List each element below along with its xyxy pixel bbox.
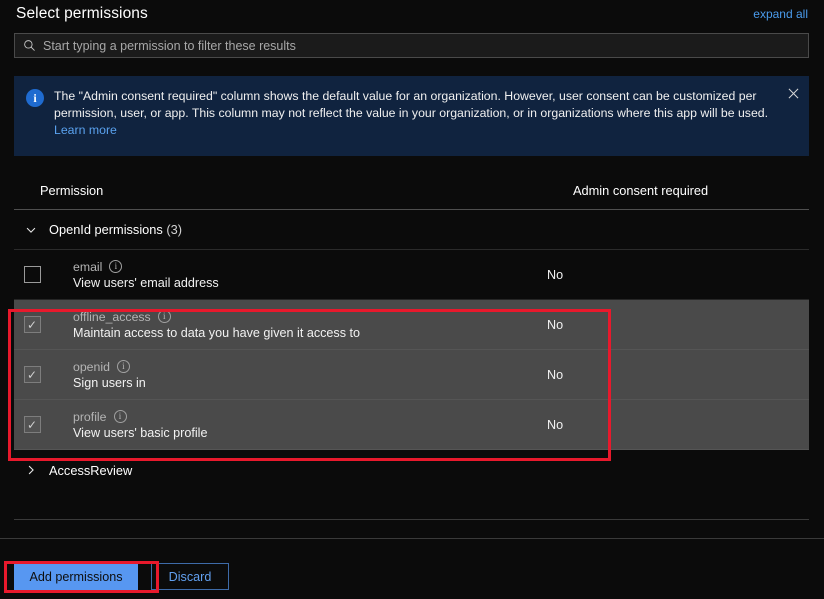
select-permissions-panel: Select permissions expand all i The "Adm… <box>0 0 824 599</box>
search-input[interactable] <box>43 39 800 53</box>
permission-checkbox[interactable]: ✓ <box>24 316 41 333</box>
permission-checkbox[interactable]: ✓ <box>24 366 41 383</box>
permission-description: Maintain access to data you have given i… <box>73 326 547 340</box>
permission-cell: offline_access i Maintain access to data… <box>50 310 547 340</box>
panel-header: Select permissions expand all <box>0 0 824 28</box>
learn-more-link[interactable]: Learn more <box>54 123 117 137</box>
table-row[interactable]: email i View users' email address No <box>14 250 809 300</box>
group-label: OpenId permissions (3) <box>49 222 182 237</box>
search-icon <box>23 39 36 52</box>
column-header-permission: Permission <box>40 183 573 198</box>
permission-cell: profile i View users' basic profile <box>50 410 547 440</box>
table-header-row: Permission Admin consent required <box>14 172 809 210</box>
admin-consent-info-banner: i The "Admin consent required" column sh… <box>14 76 809 156</box>
check-icon: ✓ <box>27 319 37 331</box>
expand-all-link[interactable]: expand all <box>753 7 808 21</box>
admin-consent-value: No <box>547 368 809 382</box>
checkbox-cell[interactable]: ✓ <box>14 366 50 383</box>
discard-button[interactable]: Discard <box>151 563 229 590</box>
checkbox-cell[interactable] <box>14 266 50 283</box>
chevron-right-icon <box>22 461 40 479</box>
permission-name: profile <box>73 410 107 424</box>
info-circle-icon[interactable]: i <box>114 410 127 423</box>
table-row[interactable]: ✓ profile i View users' basic profile No <box>14 400 809 450</box>
permission-name: email <box>73 260 102 274</box>
permission-name-line: email i <box>73 260 547 274</box>
permission-filter-box[interactable] <box>14 33 809 58</box>
table-row[interactable]: ✓ offline_access i Maintain access to da… <box>14 300 809 350</box>
admin-consent-value: No <box>547 418 809 432</box>
group-name: AccessReview <box>49 463 132 478</box>
info-circle-icon[interactable]: i <box>158 310 171 323</box>
info-circle-icon[interactable]: i <box>109 260 122 273</box>
permission-name-line: profile i <box>73 410 547 424</box>
table-bottom-divider <box>14 519 809 520</box>
check-icon: ✓ <box>27 419 37 431</box>
table-row[interactable]: ✓ openid i Sign users in No <box>14 350 809 400</box>
check-icon: ✓ <box>27 369 37 381</box>
group-header-accessreview[interactable]: AccessReview <box>14 450 809 490</box>
info-circle-icon[interactable]: i <box>117 360 130 373</box>
permissions-table: Permission Admin consent required OpenId… <box>14 172 809 490</box>
group-count: (3) <box>166 222 182 237</box>
info-icon: i <box>26 89 44 107</box>
banner-body: The "Admin consent required" column show… <box>54 89 768 120</box>
permission-checkbox[interactable] <box>24 266 41 283</box>
close-icon[interactable] <box>785 85 801 101</box>
checkbox-cell[interactable]: ✓ <box>14 416 50 433</box>
group-label: AccessReview <box>49 463 132 478</box>
permission-name: offline_access <box>73 310 151 324</box>
permission-cell: openid i Sign users in <box>50 360 547 390</box>
permission-checkbox[interactable]: ✓ <box>24 416 41 433</box>
page-title: Select permissions <box>16 5 148 23</box>
permission-name-line: offline_access i <box>73 310 547 324</box>
column-header-admin-consent: Admin consent required <box>573 183 809 198</box>
permission-name: openid <box>73 360 110 374</box>
permission-description: Sign users in <box>73 376 547 390</box>
group-name: OpenId permissions <box>49 222 163 237</box>
add-permissions-button[interactable]: Add permissions <box>14 563 138 590</box>
admin-consent-value: No <box>547 268 809 282</box>
permission-description: View users' email address <box>73 276 547 290</box>
chevron-down-icon <box>22 221 40 239</box>
checkbox-cell[interactable]: ✓ <box>14 316 50 333</box>
footer-divider <box>0 538 824 539</box>
panel-footer: Add permissions Discard <box>14 563 229 590</box>
group-header-openid-permissions[interactable]: OpenId permissions (3) <box>14 210 809 250</box>
permission-description: View users' basic profile <box>73 426 547 440</box>
permission-cell: email i View users' email address <box>50 260 547 290</box>
permission-name-line: openid i <box>73 360 547 374</box>
banner-text: The "Admin consent required" column show… <box>54 88 781 146</box>
admin-consent-value: No <box>547 318 809 332</box>
